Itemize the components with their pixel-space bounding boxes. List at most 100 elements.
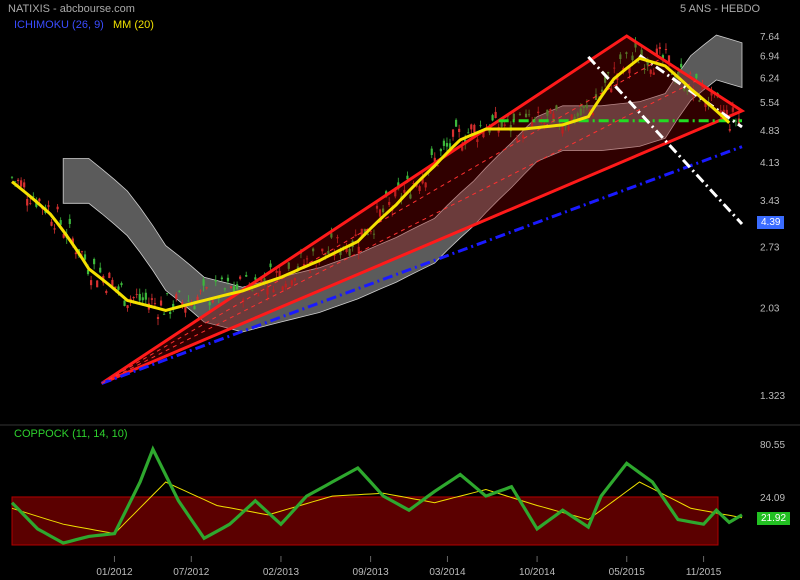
candle-body: [26, 198, 29, 206]
candle-body: [196, 296, 199, 300]
candle-body: [144, 292, 147, 300]
candle-body: [138, 293, 141, 301]
candle-body: [269, 263, 272, 268]
candle-body: [126, 305, 129, 309]
rising-wedge: [100, 34, 746, 385]
candle-body: [223, 288, 227, 290]
candle-body: [467, 132, 470, 134]
candle-body: [74, 252, 77, 255]
candle-body: [47, 205, 50, 207]
candle-body: [226, 277, 230, 282]
candle-body: [159, 300, 163, 306]
coppock-tick-label: 24.09: [760, 493, 785, 504]
candle-body: [229, 286, 233, 289]
candle-body: [117, 286, 120, 290]
candle-body: [494, 111, 497, 118]
last-price-badge: 4.39: [757, 216, 785, 229]
candle-body: [135, 294, 138, 295]
candle-body: [245, 275, 248, 277]
date-tick-label: 10/2014: [519, 567, 556, 578]
candle-body: [93, 258, 96, 265]
candle-body: [56, 206, 59, 210]
price-tick-label: 6.94: [760, 52, 780, 63]
candle-body: [187, 300, 190, 302]
candle-body: [10, 176, 14, 178]
candle-body: [50, 221, 53, 226]
date-tick-label: 03/2014: [429, 567, 466, 578]
candle-body: [214, 280, 217, 282]
candle-body: [108, 272, 111, 279]
candle-body: [235, 284, 239, 290]
date-tick-label: 09/2013: [353, 567, 390, 578]
candle-body: [23, 182, 26, 188]
candle-body: [193, 306, 196, 310]
price-tick-label: 4.13: [760, 158, 780, 169]
coppock-label: COPPOCK (11, 14, 10): [14, 428, 128, 440]
candle-body: [123, 300, 126, 306]
candle-body: [178, 290, 181, 292]
coppock-tick-label: 80.55: [760, 440, 785, 451]
candle-body: [470, 124, 473, 130]
price-tick-label: 7.64: [760, 32, 780, 43]
candle-body: [169, 311, 172, 315]
price-tick-label: 5.54: [760, 98, 780, 109]
candle-body: [680, 63, 683, 68]
candle-body: [439, 149, 442, 152]
candle-body: [53, 228, 56, 230]
date-axis: 01/2012 07/2012 02/2013 09/2013 03/2014 10/20…: [96, 556, 722, 578]
chart-period: 5 ANS - HEBDO: [680, 3, 761, 15]
date-tick-label: 02/2013: [263, 567, 300, 578]
candle-body: [29, 203, 32, 204]
candle-body: [220, 277, 223, 280]
candle-body: [80, 251, 84, 253]
price-tick-label: 2.03: [760, 303, 780, 314]
trend-drawings: [100, 34, 746, 385]
coppock-zone: [11, 496, 719, 546]
candle-body: [211, 300, 214, 303]
candle-body: [96, 280, 99, 288]
candle-body: [205, 287, 208, 289]
candle-body: [430, 148, 433, 156]
candle-body: [208, 302, 211, 306]
candle-body: [105, 290, 108, 294]
price-tick-label: 1.323: [760, 391, 785, 402]
price-tick-label: 3.43: [760, 196, 780, 207]
candle-body: [479, 125, 482, 127]
chart-canvas: 7.64 6.94 6.24 5.54 4.83 4.13 3.43 2.73 2.03 1.32…: [0, 32, 800, 578]
date-tick-label: 11/2015: [686, 567, 722, 578]
candle-body: [16, 179, 20, 182]
candle-body: [120, 283, 123, 286]
date-tick-label: 05/2015: [609, 567, 646, 578]
price-tick-label: 4.83: [760, 126, 780, 137]
price-tick-label: 6.24: [760, 73, 780, 84]
candle-body: [132, 296, 135, 299]
candle-body: [162, 313, 166, 315]
date-tick-label: 01/2012: [96, 567, 133, 578]
ichimoku-label: ICHIMOKU (26, 9): [14, 19, 104, 31]
candle-body: [451, 129, 455, 137]
candle-body: [473, 124, 476, 133]
candle-body: [156, 317, 160, 319]
candle-body: [689, 73, 692, 75]
candle-body: [89, 280, 93, 286]
candle-body: [153, 303, 157, 305]
candle-body: [728, 129, 731, 131]
candle-body: [175, 294, 178, 299]
candle-body: [658, 47, 661, 49]
candle-body: [20, 180, 23, 187]
candle-body: [442, 140, 446, 146]
candle-body: [199, 290, 202, 292]
candle-body: [166, 293, 169, 294]
candle-body: [141, 297, 144, 301]
candle-body: [239, 276, 242, 279]
wedge-inner-dashed: [101, 58, 662, 384]
candle-body: [458, 128, 461, 133]
candle-body: [664, 49, 668, 51]
coppock-panel: 80.55 24.09: [0, 424, 800, 546]
candle-body: [254, 277, 257, 280]
candle-body: [695, 73, 698, 79]
candle-body: [491, 115, 494, 121]
candle-body: [68, 218, 71, 225]
price-tick-label: 2.73: [760, 243, 780, 254]
candle-body: [38, 198, 41, 202]
